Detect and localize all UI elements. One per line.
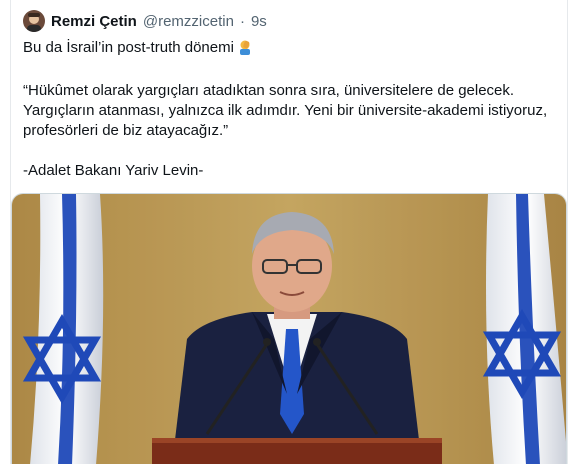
avatar[interactable] [23,10,45,32]
timestamp[interactable]: 9s [251,13,267,30]
author-handle[interactable]: @remzzicetin [143,13,234,30]
tweet-card[interactable]: Remzi Çetin @remzzicetin · 9s Bu da İsra… [10,0,568,464]
separator-dot: · [239,12,245,30]
intro-text: Bu da İsrail’in post-truth dönemi [23,39,234,56]
tweet-text: Bu da İsrail’in post-truth dönemi “Hükûm… [23,38,557,181]
photo-image [12,194,566,464]
quote-line-2: Yargıçların atanması, yalnızca ilk adımd… [23,102,548,119]
avatar-image [23,10,45,32]
tweet-header: Remzi Çetin @remzzicetin · 9s [23,10,267,32]
quote-line-1: “Hükûmet olarak yargıçları atadıktan son… [23,82,515,99]
tweet-line-intro: Bu da İsrail’in post-truth dönemi [23,38,557,61]
man-facepalming-icon [237,39,253,61]
author-name[interactable]: Remzi Çetin [51,13,137,30]
quote-line-3: profesörleri de biz atayacağız.” [23,122,229,139]
attribution: -Adalet Bakanı Yariv Levin- [23,162,204,179]
tweet-media-photo[interactable] [11,193,567,464]
